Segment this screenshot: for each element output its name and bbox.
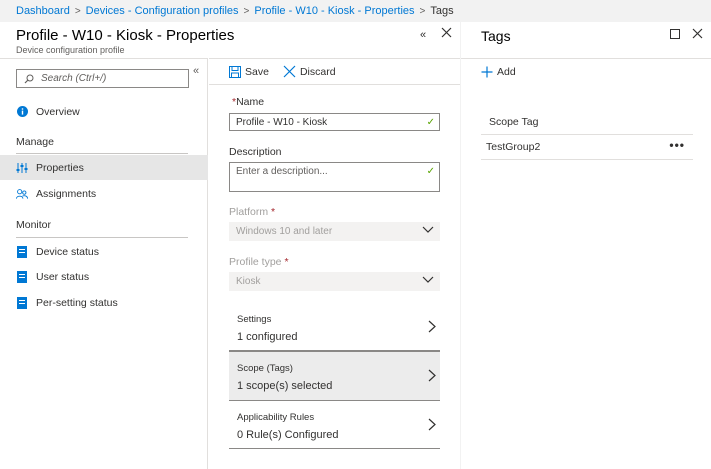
search-icon	[24, 74, 34, 83]
menu-item-user-status[interactable]: User status	[0, 264, 208, 289]
name-label: *Name	[232, 96, 265, 108]
platform-value: Windows 10 and later	[236, 226, 333, 237]
breadcrumb-profile-properties[interactable]: Profile - W10 - Kiosk - Properties	[254, 5, 414, 17]
page-title: Profile - W10 - Kiosk - Properties	[16, 27, 235, 44]
menu-item-label: Properties	[36, 161, 84, 174]
discard-icon	[283, 65, 296, 78]
section-title: Applicability Rules	[237, 412, 315, 423]
section-value: 0 Rule(s) Configured	[237, 429, 339, 441]
profile-type-value: Kiosk	[236, 276, 261, 287]
section-title: Settings	[237, 314, 272, 325]
name-field[interactable]: Profile - W10 - Kiosk ✓	[229, 113, 440, 131]
breadcrumb-separator: >	[419, 5, 426, 17]
more-actions-icon[interactable]: •••	[669, 138, 685, 152]
menu-item-label: User status	[36, 270, 90, 283]
platform-label: Platform *	[229, 206, 276, 218]
section-title: Scope (Tags)	[237, 363, 293, 374]
report-icon	[16, 245, 28, 258]
description-placeholder: Enter a description...	[236, 166, 328, 177]
collapse-blade-icon[interactable]: «	[420, 29, 426, 41]
scope-tag-column-header: Scope Tag	[489, 116, 539, 128]
menu-item-per-setting-status[interactable]: Per-setting status	[0, 290, 208, 315]
group-label-manage: Manage	[16, 136, 54, 148]
tags-blade: Tags Add Scope Tag TestGroup2 •••	[461, 22, 711, 469]
discard-button[interactable]: Discard	[283, 65, 336, 78]
resource-menu: Search (Ctrl+/) « Overview Manage Proper…	[0, 58, 208, 469]
group-divider	[16, 237, 188, 238]
report-icon	[16, 296, 28, 309]
menu-item-label: Per-setting status	[36, 296, 118, 309]
group-divider	[16, 153, 188, 154]
scope-tags-section[interactable]: Scope (Tags) 1 scope(s) selected	[229, 351, 440, 401]
settings-section[interactable]: Settings 1 configured	[229, 303, 440, 351]
plus-icon	[481, 66, 493, 78]
page-subtitle: Device configuration profile	[16, 45, 125, 55]
breadcrumb: Dashboard > Devices - Configuration prof…	[0, 0, 711, 22]
applicability-rules-section[interactable]: Applicability Rules 0 Rule(s) Configured	[229, 401, 440, 449]
menu-item-overview[interactable]: Overview	[0, 99, 208, 124]
breadcrumb-current: Tags	[430, 5, 454, 17]
description-field[interactable]: Enter a description... ✓	[229, 162, 440, 192]
close-icon	[692, 28, 703, 39]
name-value: Profile - W10 - Kiosk	[236, 116, 328, 128]
add-label: Add	[497, 66, 516, 78]
menu-item-label: Assignments	[36, 187, 97, 200]
description-label: Description	[229, 146, 282, 158]
info-icon	[16, 106, 28, 118]
profile-type-dropdown: Kiosk	[229, 272, 440, 291]
profile-type-label: Profile type *	[229, 256, 289, 268]
chevron-right-icon	[428, 320, 436, 333]
breadcrumb-dashboard[interactable]: Dashboard	[16, 5, 70, 17]
collapse-menu-icon[interactable]: «	[193, 65, 199, 77]
save-button[interactable]: Save	[229, 65, 269, 78]
save-icon	[229, 65, 241, 78]
close-tags-blade-button[interactable]	[692, 28, 703, 41]
chevron-right-icon	[428, 418, 436, 431]
tags-command-bar: Add	[461, 58, 711, 85]
valid-check-icon: ✓	[426, 117, 435, 128]
table-divider	[481, 159, 693, 160]
save-label: Save	[245, 65, 269, 78]
menu-item-device-status[interactable]: Device status	[0, 239, 208, 264]
menu-item-label: Device status	[36, 245, 100, 258]
menu-item-assignments[interactable]: Assignments	[0, 181, 208, 206]
close-blade-button[interactable]	[441, 27, 452, 40]
properties-icon	[16, 162, 28, 174]
table-row[interactable]: TestGroup2 •••	[481, 135, 693, 159]
chevron-down-icon	[422, 276, 434, 283]
search-input[interactable]: Search (Ctrl+/)	[16, 69, 189, 88]
valid-check-icon: ✓	[426, 166, 435, 177]
close-icon	[441, 27, 452, 38]
search-placeholder: Search (Ctrl+/)	[41, 73, 107, 84]
menu-item-label: Overview	[36, 105, 80, 118]
breadcrumb-separator: >	[243, 5, 250, 17]
platform-dropdown: Windows 10 and later	[229, 222, 440, 241]
properties-blade: Profile - W10 - Kiosk - Properties Devic…	[0, 22, 460, 469]
scope-tag-name: TestGroup2	[486, 141, 541, 153]
section-value: 1 configured	[237, 331, 298, 343]
blade-header: Profile - W10 - Kiosk - Properties Devic…	[16, 27, 234, 55]
chevron-down-icon	[422, 226, 434, 233]
users-icon	[16, 188, 28, 200]
menu-item-properties[interactable]: Properties	[0, 155, 208, 180]
discard-label: Discard	[299, 65, 336, 78]
section-value: 1 scope(s) selected	[237, 380, 333, 392]
chevron-right-icon	[428, 369, 436, 382]
report-icon	[16, 270, 28, 283]
maximize-button[interactable]	[670, 29, 680, 41]
add-tag-button[interactable]: Add	[481, 66, 516, 78]
breadcrumb-configuration-profiles[interactable]: Devices - Configuration profiles	[86, 5, 239, 17]
group-label-monitor: Monitor	[16, 219, 52, 231]
breadcrumb-separator: >	[74, 5, 81, 17]
command-bar: Save Discard	[209, 58, 460, 85]
tags-blade-title: Tags	[481, 28, 511, 44]
maximize-icon	[670, 29, 680, 39]
